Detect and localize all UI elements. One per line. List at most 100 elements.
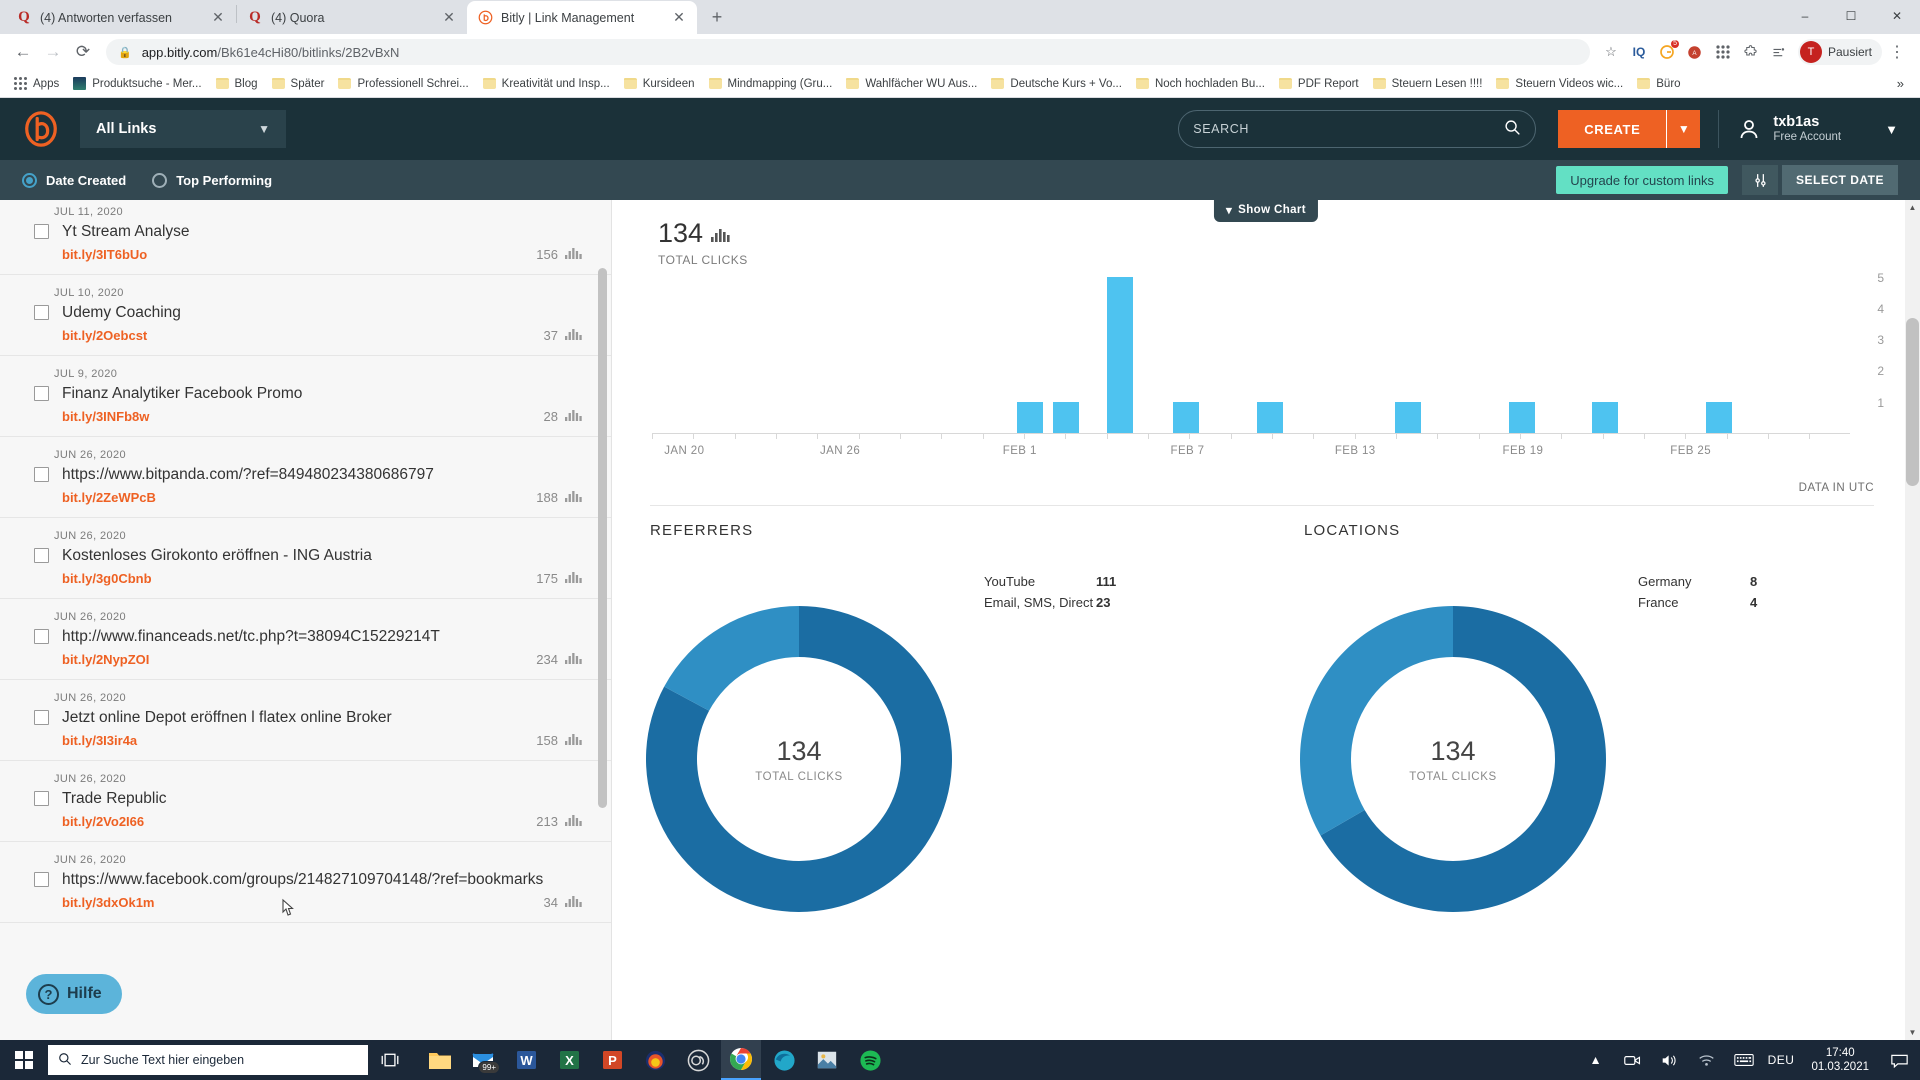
windows-start-icon[interactable] xyxy=(0,1040,48,1080)
link-checkbox[interactable] xyxy=(34,467,49,482)
obs-icon[interactable] xyxy=(678,1040,718,1080)
link-short-url[interactable]: bit.ly/3IT6bUo xyxy=(62,247,147,262)
powerpoint-icon[interactable]: P xyxy=(592,1040,632,1080)
bookmark-item-7[interactable]: Mindmapping (Gru... xyxy=(703,72,839,96)
chart-bar[interactable] xyxy=(1256,401,1283,433)
link-title[interactable]: Finanz Analytiker Facebook Promo xyxy=(62,384,302,403)
bookmark-item-10[interactable]: Noch hochladen Bu... xyxy=(1130,72,1271,96)
link-title[interactable]: Yt Stream Analyse xyxy=(62,222,190,241)
link-checkbox[interactable] xyxy=(34,548,49,563)
scrollbar-thumb[interactable] xyxy=(1906,318,1919,486)
link-short-url[interactable]: bit.ly/2Vo2I66 xyxy=(62,814,144,829)
link-title[interactable]: https://www.facebook.com/groups/21482710… xyxy=(62,870,543,889)
locations-donut-chart[interactable]: 134 TOTAL CLICKS xyxy=(1298,604,1608,914)
referrers-donut-chart[interactable]: 134 TOTAL CLICKS xyxy=(644,604,954,914)
close-icon[interactable]: ✕ xyxy=(441,10,457,26)
extensions-puzzle-icon[interactable] xyxy=(1738,39,1764,65)
link-short-url[interactable]: bit.ly/3g0Cbnb xyxy=(62,571,152,586)
word-icon[interactable]: W xyxy=(506,1040,546,1080)
bookmark-item-11[interactable]: PDF Report xyxy=(1273,72,1365,96)
select-date-button[interactable]: SELECT DATE xyxy=(1782,165,1898,195)
link-title[interactable]: Trade Republic xyxy=(62,789,167,808)
browser-tab-1[interactable]: Q (4) Quora ✕ xyxy=(237,1,467,34)
search-icon[interactable] xyxy=(1504,119,1521,139)
bookmark-item-2[interactable]: Blog xyxy=(210,72,264,96)
scroll-down-arrow[interactable]: ▼ xyxy=(1905,1025,1920,1040)
excel-icon[interactable]: X xyxy=(549,1040,589,1080)
mail-icon[interactable]: 99+ xyxy=(463,1040,503,1080)
link-list-item[interactable]: JUN 26, 2020 Kostenloses Girokonto eröffn… xyxy=(0,518,611,599)
show-chart-toggle[interactable]: ▾ Show Chart xyxy=(1213,200,1319,222)
language-indicator[interactable]: DEU xyxy=(1768,1053,1795,1067)
link-list-item[interactable]: JUN 26, 2020 http://www.financeads.net/tc… xyxy=(0,599,611,680)
link-short-url[interactable]: bit.ly/3INFb8w xyxy=(62,409,149,424)
browser-tab-2[interactable]: Bitly | Link Management ✕ xyxy=(467,1,697,34)
link-checkbox[interactable] xyxy=(34,305,49,320)
link-title[interactable]: Jetzt online Depot eröffnen l flatex onl… xyxy=(62,708,392,727)
links-scroll-container[interactable]: JUL 11, 2020 Yt Stream Analyse bit.ly/3IT6… xyxy=(0,200,611,1040)
link-list-item[interactable]: JUN 26, 2020 Trade Republic bit.ly/2Vo2I66… xyxy=(0,761,611,842)
links-scrollbar[interactable] xyxy=(598,200,607,1040)
create-dropdown-icon[interactable]: ▼ xyxy=(1666,110,1701,148)
bookmark-item-9[interactable]: Deutsche Kurs + Vo... xyxy=(985,72,1128,96)
bookmark-item-3[interactable]: Später xyxy=(266,72,331,96)
link-title[interactable]: http://www.financeads.net/tc.php?t=38094… xyxy=(62,627,440,646)
all-links-dropdown[interactable]: All Links ▼ xyxy=(80,110,286,148)
chart-bar[interactable] xyxy=(1173,401,1200,433)
link-list-item[interactable]: JUN 26, 2020 https://www.bitpanda.com/?re… xyxy=(0,437,611,518)
link-checkbox[interactable] xyxy=(34,791,49,806)
iq-extension-icon[interactable]: IQ xyxy=(1626,39,1652,65)
link-short-url[interactable]: bit.ly/3I3ir4a xyxy=(62,733,137,748)
bookmarks-overflow-button[interactable]: » xyxy=(1889,76,1912,91)
bookmark-item-1[interactable]: Produktsuche - Mer... xyxy=(67,72,207,96)
apps-grid-icon[interactable] xyxy=(1710,39,1736,65)
forward-button[interactable]: → xyxy=(38,37,68,67)
link-checkbox[interactable] xyxy=(34,629,49,644)
filter-sliders-icon[interactable] xyxy=(1742,165,1779,195)
reading-list-icon[interactable] xyxy=(1766,39,1792,65)
notification-icon[interactable] xyxy=(1886,1040,1912,1080)
photos-icon[interactable] xyxy=(807,1040,847,1080)
profile-chip[interactable]: T Pausiert xyxy=(1797,39,1882,65)
close-window-button[interactable]: ✕ xyxy=(1874,0,1920,32)
bookmark-star-icon[interactable]: ☆ xyxy=(1598,39,1624,65)
keyboard-icon[interactable] xyxy=(1731,1040,1757,1080)
bookmark-apps[interactable]: Apps xyxy=(8,72,65,96)
bookmark-item-12[interactable]: Steuern Lesen !!!! xyxy=(1367,72,1489,96)
account-menu[interactable]: txb1as Free Account ▼ xyxy=(1737,114,1898,144)
link-list-item[interactable]: JUN 26, 2020 Jetzt online Depot eröffnen … xyxy=(0,680,611,761)
firefox-icon[interactable] xyxy=(635,1040,675,1080)
sort-option-date-created[interactable]: Date Created xyxy=(22,172,126,188)
link-list-item[interactable]: JUL 11, 2020 Yt Stream Analyse bit.ly/3IT6… xyxy=(0,200,611,275)
link-checkbox[interactable] xyxy=(34,386,49,401)
maximize-button[interactable]: ☐ xyxy=(1828,0,1874,32)
bookmark-item-13[interactable]: Steuern Videos wic... xyxy=(1490,72,1629,96)
chart-bar[interactable] xyxy=(1017,401,1044,433)
page-scrollbar[interactable]: ▲ ▼ xyxy=(1905,200,1920,1040)
link-title[interactable]: Kostenloses Girokonto eröffnen - ING Aus… xyxy=(62,546,372,565)
link-short-url[interactable]: bit.ly/2NypZOI xyxy=(62,652,149,667)
grammarly-icon[interactable]: 5 xyxy=(1654,39,1680,65)
chart-bar[interactable] xyxy=(1592,401,1619,433)
volume-icon[interactable] xyxy=(1657,1040,1683,1080)
bookmark-item-4[interactable]: Professionell Schrei... xyxy=(332,72,474,96)
address-bar[interactable]: 🔒 app.bitly.com/Bk61e4cHi80/bitlinks/2B2… xyxy=(106,39,1590,65)
close-icon[interactable]: ✕ xyxy=(210,10,226,26)
clock[interactable]: 17:40 01.03.2021 xyxy=(1805,1046,1875,1074)
link-checkbox[interactable] xyxy=(34,710,49,725)
chart-bar[interactable] xyxy=(1107,276,1134,433)
bookmark-item-8[interactable]: Wahlfächer WU Aus... xyxy=(840,72,983,96)
link-list-item[interactable]: JUN 26, 2020 https://www.facebook.com/gro… xyxy=(0,842,611,923)
sort-option-top-performing[interactable]: Top Performing xyxy=(152,172,272,188)
chevron-up-icon[interactable]: ▲ xyxy=(1583,1040,1609,1080)
new-tab-button[interactable]: + xyxy=(703,3,731,31)
link-title[interactable]: https://www.bitpanda.com/?ref=8494802343… xyxy=(62,465,434,484)
chart-bar[interactable] xyxy=(1394,401,1421,433)
abp-extension-icon[interactable]: A xyxy=(1682,39,1708,65)
chart-bar[interactable] xyxy=(1508,401,1535,433)
bitly-logo[interactable] xyxy=(22,110,60,148)
minimize-button[interactable]: – xyxy=(1782,0,1828,32)
file-explorer-icon[interactable] xyxy=(420,1040,460,1080)
scroll-up-arrow[interactable]: ▲ xyxy=(1905,200,1920,215)
link-list-item[interactable]: JUL 9, 2020 Finanz Analytiker Facebook Pr… xyxy=(0,356,611,437)
